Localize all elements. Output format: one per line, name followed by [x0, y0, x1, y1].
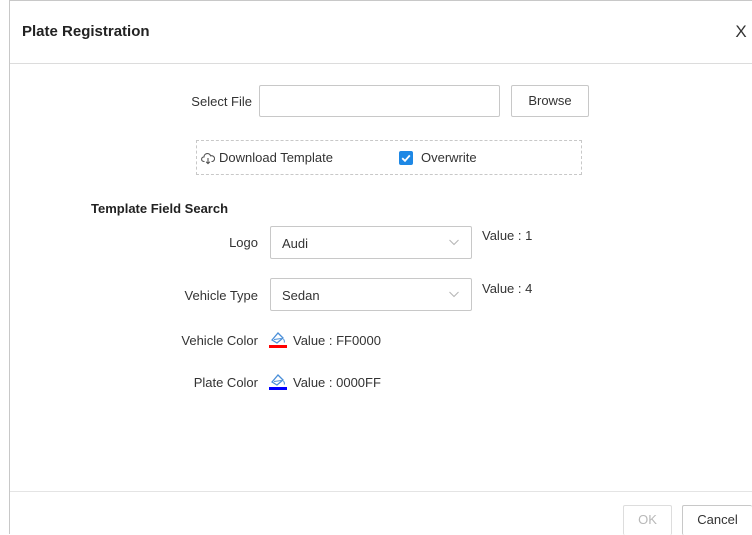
select-file-label: Select File: [191, 94, 252, 109]
vehicle-type-selected-value: Sedan: [282, 288, 320, 303]
ok-button[interactable]: OK: [623, 505, 672, 535]
plate-registration-dialog: Plate Registration X Select File Browse …: [9, 0, 752, 535]
download-template-label: Download Template: [219, 150, 333, 165]
plate-color-label: Plate Color: [193, 375, 258, 390]
chevron-down-icon: [448, 287, 460, 304]
select-file-input[interactable]: [259, 85, 500, 117]
paint-bucket-icon: [269, 332, 287, 348]
dialog-title: Plate Registration: [22, 23, 150, 40]
vehicle-type-select[interactable]: Sedan: [270, 278, 472, 311]
vehicle-color-label: Vehicle Color: [181, 333, 258, 348]
vehicle-color-picker[interactable]: [268, 330, 288, 348]
footer-divider: [10, 491, 752, 492]
template-field-search-title: Template Field Search: [91, 201, 229, 216]
cloud-download-icon: [201, 151, 216, 165]
vehicle-type-value-text: Value : 4: [482, 281, 533, 296]
import-options-box: Download Template Overwrite: [196, 140, 582, 175]
vehicle-type-label: Vehicle Type: [184, 288, 258, 303]
logo-label: Logo: [229, 235, 258, 250]
browse-button[interactable]: Browse: [511, 85, 589, 117]
plate-color-value-text: Value : 0000FF: [293, 375, 381, 390]
close-button[interactable]: X: [732, 22, 750, 42]
cancel-button[interactable]: Cancel: [682, 505, 752, 535]
chevron-down-icon: [448, 235, 460, 252]
vehicle-color-value-text: Value : FF0000: [293, 333, 381, 348]
download-template-link[interactable]: Download Template: [201, 150, 333, 165]
checkmark-icon: [399, 150, 413, 165]
plate-color-picker[interactable]: [268, 372, 288, 390]
overwrite-checkbox[interactable]: Overwrite: [399, 150, 477, 165]
logo-value-text: Value : 1: [482, 228, 533, 243]
logo-selected-value: Audi: [282, 236, 309, 251]
paint-bucket-icon: [269, 374, 287, 390]
overwrite-label: Overwrite: [421, 150, 477, 165]
logo-select[interactable]: Audi: [270, 226, 472, 259]
dialog-titlebar: Plate Registration X: [10, 1, 752, 64]
